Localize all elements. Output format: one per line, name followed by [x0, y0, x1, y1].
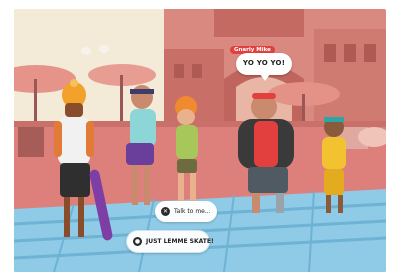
close-icon: ✕ — [161, 207, 170, 216]
speech-text: YO YO YO! — [242, 59, 286, 67]
choice-talk-to-me[interactable]: ✕ Talk to me... — [155, 201, 217, 222]
choice-label: JUST LEMME SKATE! — [146, 238, 214, 245]
choice-just-lemme-skate[interactable]: ● JUST LEMME SKATE! — [126, 230, 214, 253]
speech-bubble-tail — [260, 74, 270, 81]
choice-label: Talk to me... — [174, 208, 211, 215]
game-frame: Gnarly Mike YO YO YO! ✕ Talk to me... ● … — [0, 0, 394, 272]
speech-bubble: YO YO YO! — [236, 53, 292, 81]
radio-icon: ● — [133, 237, 142, 246]
